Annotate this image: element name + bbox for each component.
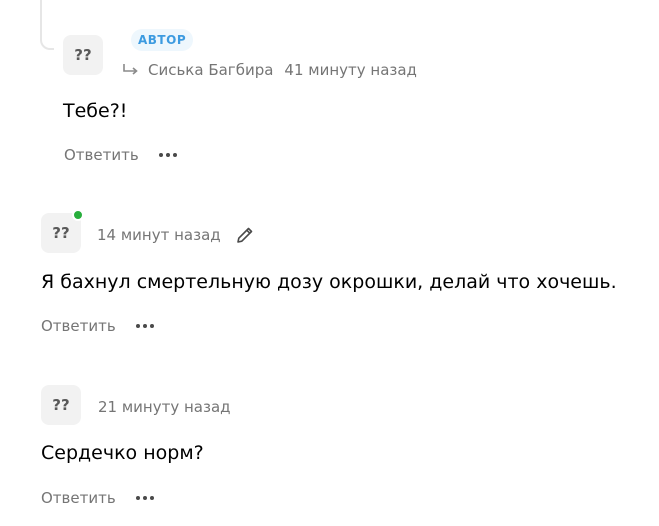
author-badge: АВТОР	[131, 29, 194, 51]
more-dots-icon[interactable]	[135, 495, 154, 501]
comment: ?? 14 минут назад Я бахнул смертельную д…	[0, 200, 659, 350]
reply-to-author[interactable]: Сиська Багбира	[148, 61, 273, 79]
reply-arrow-icon	[123, 64, 138, 75]
pencil-icon[interactable]	[235, 225, 255, 245]
comment-time[interactable]: 14 минут назад	[97, 226, 221, 244]
comment-time[interactable]: 41 минуту назад	[284, 61, 417, 79]
comment-actions: Ответить	[64, 145, 177, 165]
comment-text: Я бахнул смертельную дозу окрошки, делай…	[41, 271, 617, 293]
comment-actions: Ответить	[41, 316, 154, 336]
reply-button[interactable]: Ответить	[41, 317, 116, 335]
comment-text: Сердечко норм?	[41, 442, 204, 464]
comment-meta: Сиська Багбира 41 минуту назад	[122, 60, 417, 80]
online-status-dot	[72, 209, 84, 221]
avatar[interactable]: ??	[63, 35, 103, 75]
comment-meta: 14 минут назад	[97, 225, 255, 245]
reply-button[interactable]: Ответить	[64, 146, 139, 164]
comment-actions: Ответить	[41, 488, 154, 508]
comment: ?? АВТОР Сиська Багбира 41 минуту назад …	[0, 0, 659, 180]
more-dots-icon[interactable]	[135, 323, 154, 329]
comment-meta: 21 минуту назад	[98, 397, 231, 417]
comment-time[interactable]: 21 минуту назад	[98, 398, 231, 416]
reply-button[interactable]: Ответить	[41, 489, 116, 507]
avatar[interactable]: ??	[41, 385, 81, 425]
comment-text: Тебе?!	[63, 100, 128, 122]
comment: ?? 21 минуту назад Сердечко норм? Ответи…	[0, 370, 659, 526]
more-dots-icon[interactable]	[158, 152, 177, 158]
